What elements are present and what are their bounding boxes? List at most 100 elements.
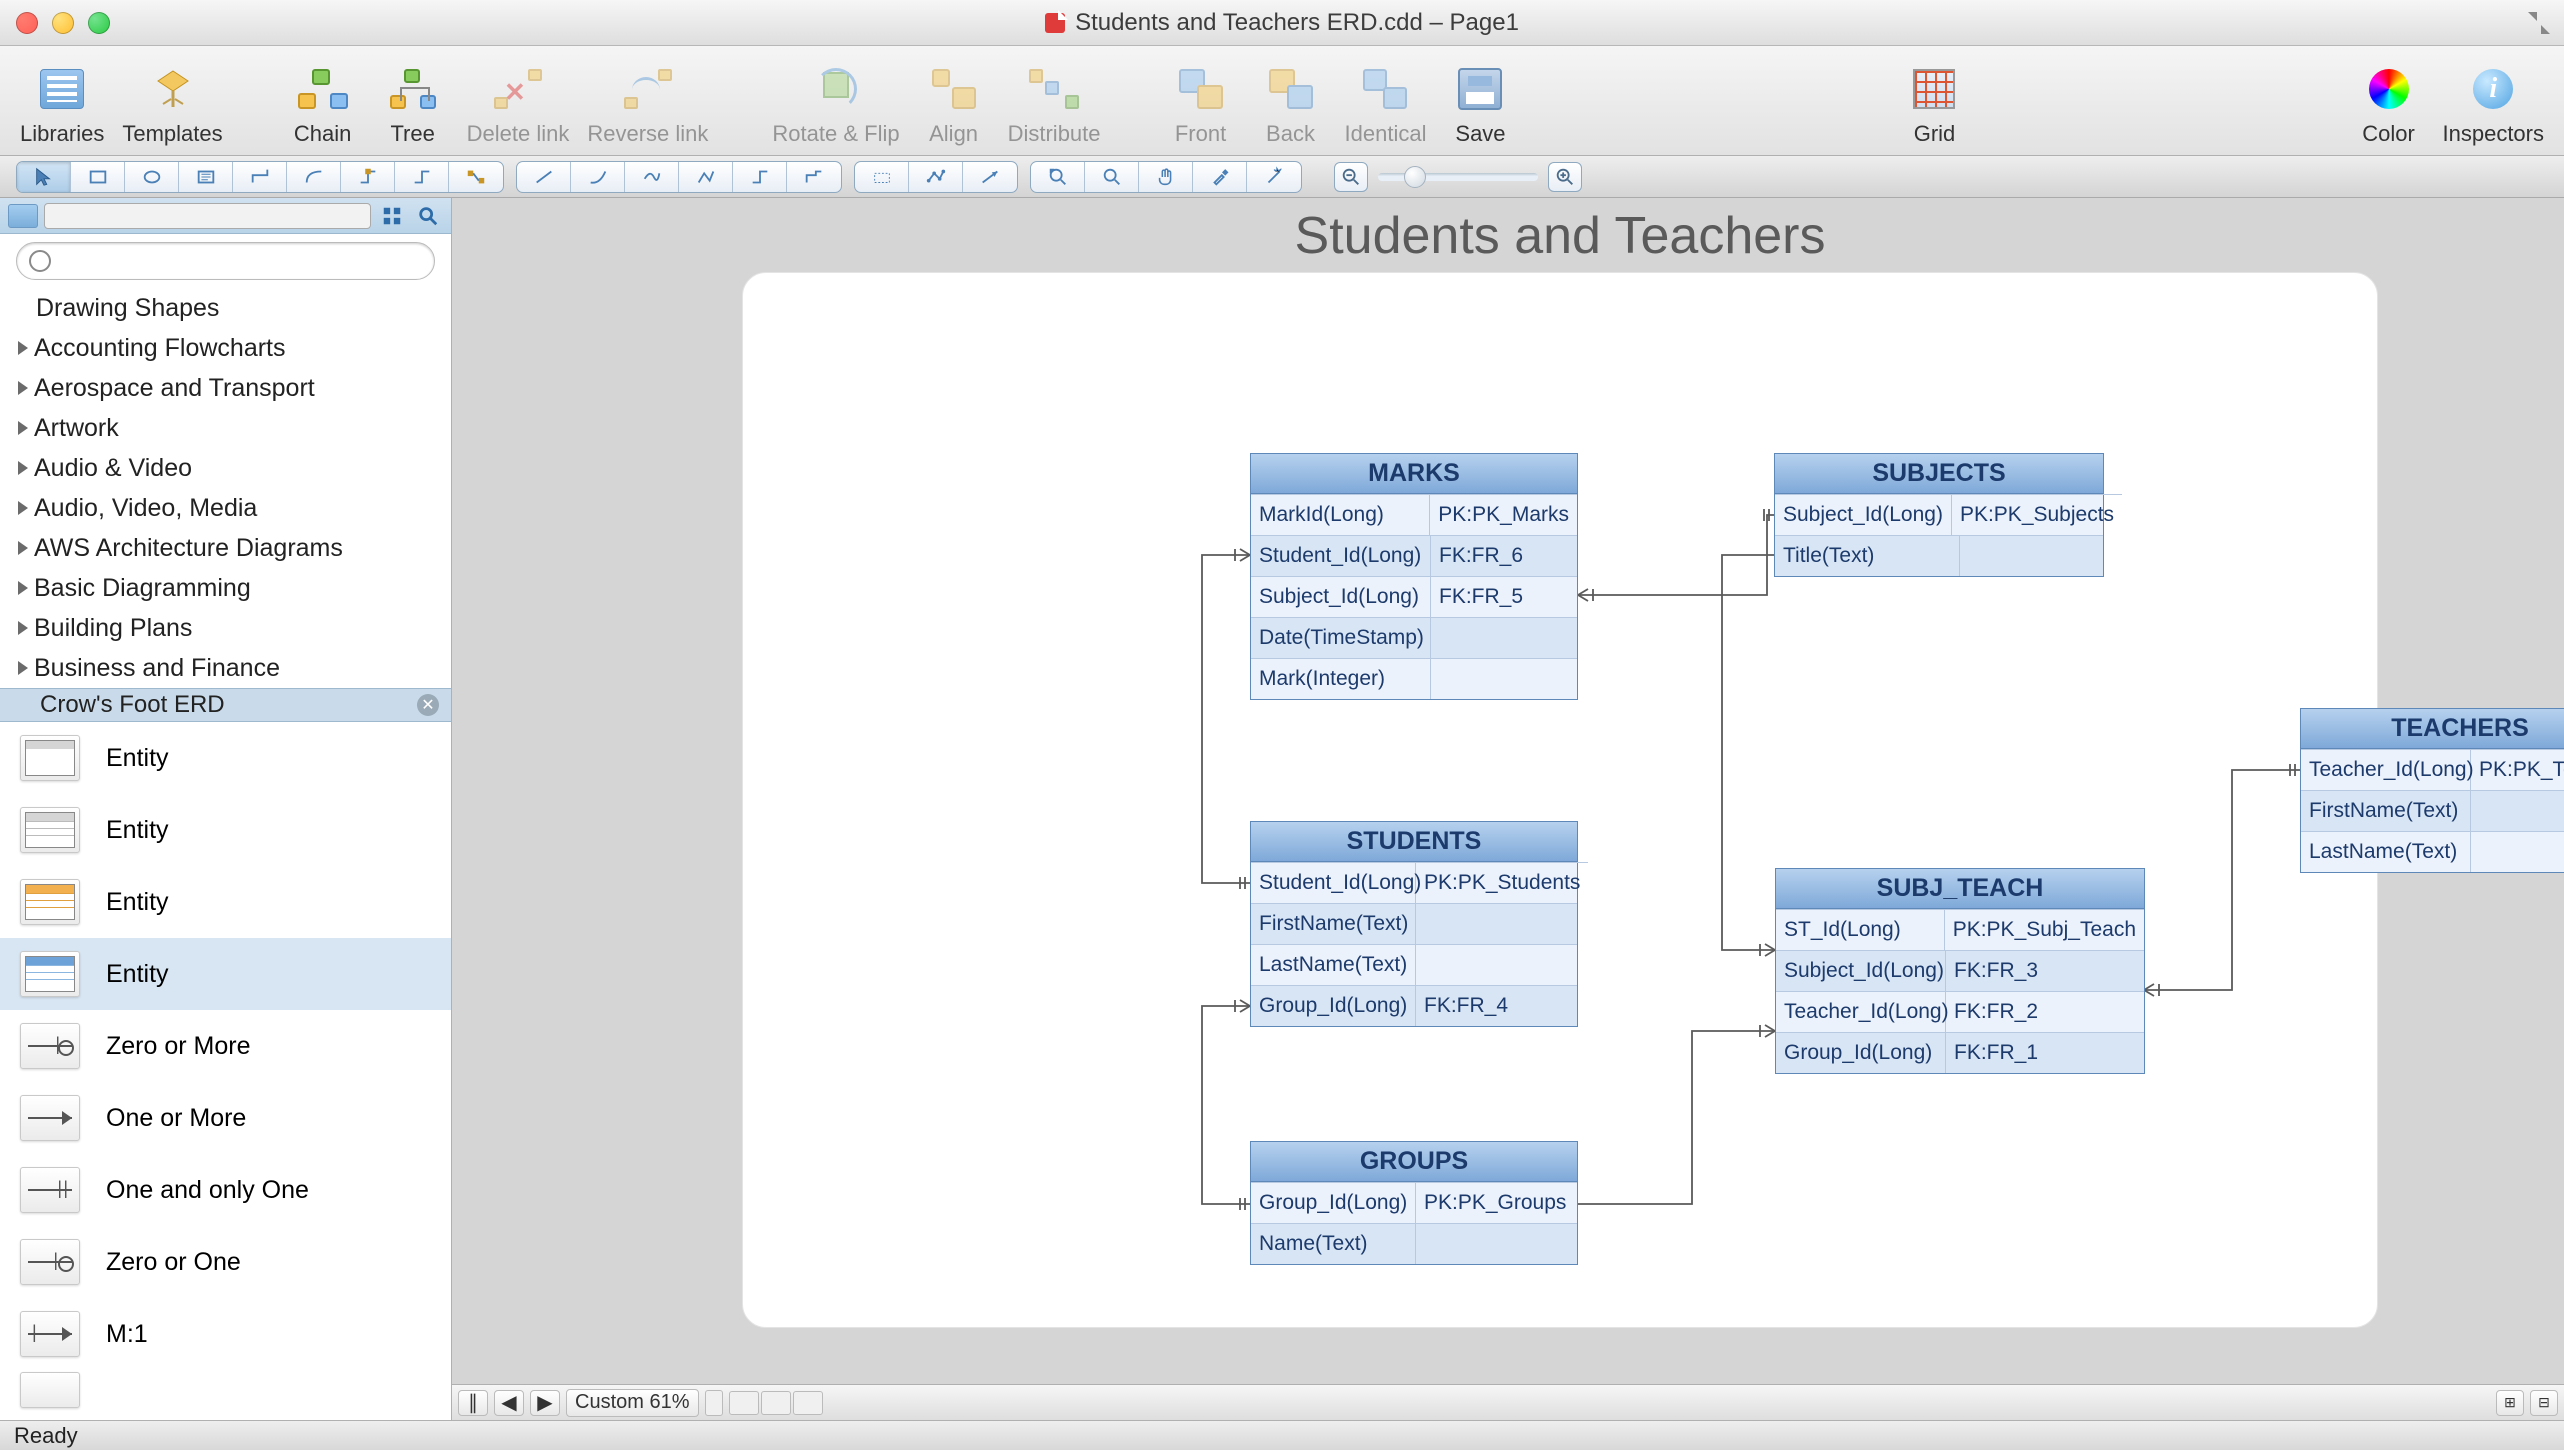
page-tab-3[interactable] [793,1391,823,1415]
edit-tool-3[interactable] [963,162,1017,192]
close-window-button[interactable] [16,12,38,34]
shape-zero-or-one[interactable]: Zero or One [0,1226,451,1298]
page[interactable]: Students and Teachers [682,198,2438,1378]
sidebar-search-box[interactable] [16,242,435,280]
save-button[interactable]: Save [1444,63,1516,147]
minimize-window-button[interactable] [52,12,74,34]
rotate-flip-icon [815,68,857,110]
close-category-icon[interactable]: ✕ [417,694,439,716]
category-item[interactable]: Basic Diagramming [0,568,451,608]
entity-marks[interactable]: MARKS MarkId(Long)PK:PK_Marks Student_Id… [1250,453,1578,700]
category-item[interactable]: Business and Finance [0,648,451,688]
line-tool-3[interactable] [625,162,679,192]
page-pause-button[interactable]: ∥ [458,1390,488,1416]
entity-students[interactable]: STUDENTS Student_Id(Long)PK:PK_Students … [1250,821,1578,1027]
distribute-button: Distribute [1008,63,1101,147]
sidebar-header [0,198,451,234]
line-tool-5[interactable] [733,162,787,192]
connector-tool-5[interactable] [449,162,503,192]
reverse-link-button: Reverse link [587,63,708,147]
category-item[interactable]: Building Plans [0,608,451,648]
category-item[interactable]: Drawing Shapes [0,288,451,328]
shape-zero-or-more[interactable]: Zero or More [0,1010,451,1082]
zoom-in-button[interactable] [1548,162,1582,192]
category-item[interactable]: AWS Architecture Diagrams [0,528,451,568]
entity-teachers[interactable]: TEACHERS Teacher_Id(Long)PK:PK_Teachers … [2300,708,2564,873]
color-button[interactable]: Color [2353,63,2425,147]
entity-subjects[interactable]: SUBJECTS Subject_Id(Long)PK:PK_Subjects … [1774,453,2104,577]
page-next-button[interactable]: ▶ [530,1390,560,1416]
page-tab-2[interactable] [761,1391,791,1415]
zoom-window-button[interactable] [88,12,110,34]
disclosure-triangle-icon [18,501,28,515]
shape-one-only[interactable]: One and only One [0,1154,451,1226]
line-tool-6[interactable] [787,162,841,192]
eyedropper-tool[interactable] [1193,162,1247,192]
category-item[interactable]: Audio, Video, Media [0,488,451,528]
pointer-tool[interactable] [17,162,71,192]
line-tool-4[interactable] [679,162,733,192]
text-tool[interactable] [179,162,233,192]
disclosure-triangle-icon [18,621,28,635]
grid-button[interactable]: Grid [1898,63,1970,147]
disclosure-triangle-icon [18,461,28,475]
view-mode-1[interactable]: ⊞ [2496,1390,2524,1416]
inspectors-button[interactable]: iInspectors [2443,63,2545,147]
disclosure-triangle-icon [18,341,28,355]
window-title: Students and Teachers ERD.cdd – Page1 [1075,9,1519,37]
category-item[interactable]: Aerospace and Transport [0,368,451,408]
libraries-button[interactable]: Libraries [20,63,104,147]
edit-tool-2[interactable] [909,162,963,192]
entity-groups[interactable]: GROUPS Group_Id(Long)PK:PK_Groups Name(T… [1250,1141,1578,1265]
shape-extra[interactable] [0,1370,451,1410]
zoom-slider[interactable] [1378,173,1538,181]
templates-button[interactable]: Templates [122,63,222,147]
shape-m-1[interactable]: M:1 [0,1298,451,1370]
grid-icon [1913,69,1955,109]
connector-tool-3[interactable] [341,162,395,192]
shape-entity-2[interactable]: Entity [0,794,451,866]
category-item[interactable]: Accounting Flowcharts [0,328,451,368]
shape-one-or-more[interactable]: One or More [0,1082,451,1154]
wand-tool[interactable] [1247,162,1301,192]
zoom-tool[interactable] [1085,162,1139,192]
rect-tool[interactable] [71,162,125,192]
zoom-area-tool[interactable] [1031,162,1085,192]
connector-tool-1[interactable] [233,162,287,192]
entity-subj-teach[interactable]: SUBJ_TEACH ST_Id(Long)PK:PK_Subj_Teach S… [1775,868,2145,1074]
tree-button[interactable]: Tree [377,63,449,147]
shape-entity-3[interactable]: Entity [0,866,451,938]
one-or-more-icon [20,1095,80,1141]
library-search-icon[interactable] [413,203,443,229]
connector-tool-4[interactable] [395,162,449,192]
page-tab-1[interactable] [729,1391,759,1415]
disclosure-triangle-icon [18,581,28,595]
shape-entity-1[interactable]: Entity [0,722,451,794]
chain-button[interactable]: Chain [287,63,359,147]
canvas-scroll[interactable]: Students and Teachers [452,198,2564,1384]
shape-entity-4[interactable]: Entity [0,938,451,1010]
sidebar-search-input[interactable] [57,250,422,273]
hand-tool[interactable] [1139,162,1193,192]
connector-tool-2[interactable] [287,162,341,192]
entity-shape-icon [20,951,80,997]
zoom-display[interactable]: Custom 61% [566,1389,699,1417]
category-item[interactable]: Audio & Video [0,448,451,488]
status-bar: Ready [0,1420,2564,1450]
line-tool-1[interactable] [517,162,571,192]
library-grid-view-icon[interactable] [377,203,407,229]
zoom-stepper[interactable] [705,1390,723,1416]
sidebar-top-search[interactable] [44,203,371,229]
edit-tool-1[interactable] [855,162,909,192]
zoom-out-button[interactable] [1334,162,1368,192]
active-category-header[interactable]: Crow's Foot ERD ✕ [0,688,451,722]
view-mode-2[interactable]: ⊟ [2530,1390,2558,1416]
sidebar: Drawing Shapes Accounting Flowcharts Aer… [0,198,452,1420]
ellipse-tool[interactable] [125,162,179,192]
page-prev-button[interactable]: ◀ [494,1390,524,1416]
library-panel-icon[interactable] [8,204,38,228]
zoom-slider-thumb[interactable] [1404,166,1426,188]
category-item[interactable]: Artwork [0,408,451,448]
line-tool-2[interactable] [571,162,625,192]
fullscreen-icon[interactable] [2528,12,2550,34]
